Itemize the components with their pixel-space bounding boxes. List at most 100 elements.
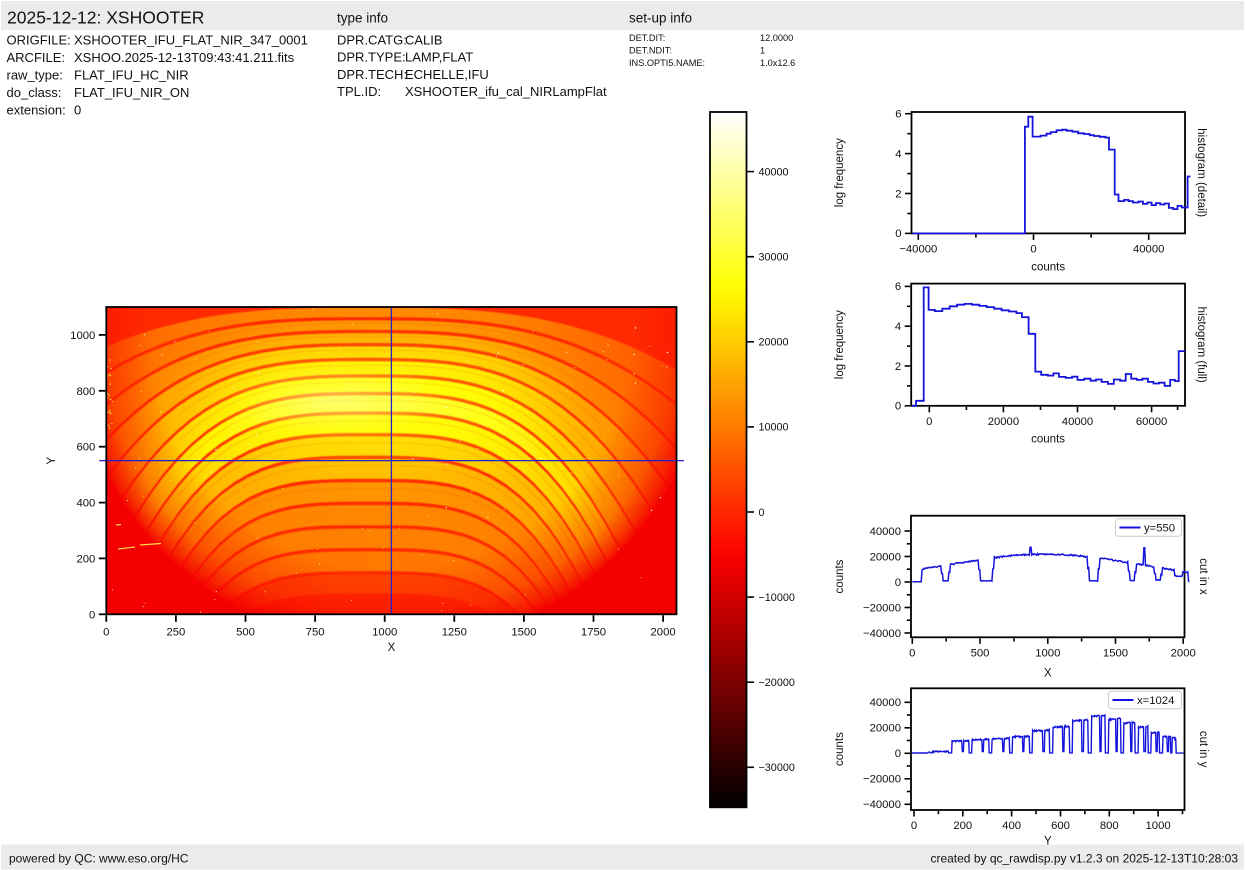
svg-text:400: 400: [1002, 820, 1021, 832]
svg-text:40000: 40000: [870, 526, 901, 538]
svg-text:20000: 20000: [988, 416, 1019, 428]
svg-text:cut in x: cut in x: [1197, 558, 1209, 595]
svg-text:2000: 2000: [1171, 647, 1196, 659]
svg-text:X: X: [1044, 668, 1052, 680]
svg-text:counts: counts: [1031, 262, 1065, 274]
svg-text:y=550: y=550: [1144, 523, 1175, 535]
svg-text:6: 6: [895, 281, 901, 293]
svg-text:1: 1: [760, 45, 765, 55]
svg-text:counts: counts: [834, 732, 846, 766]
svg-text:0: 0: [926, 416, 932, 428]
svg-text:40000: 40000: [759, 166, 789, 178]
svg-text:DET.NDIT:: DET.NDIT:: [629, 45, 672, 55]
svg-text:0: 0: [759, 507, 765, 519]
svg-text:500: 500: [971, 647, 990, 659]
svg-text:−10000: −10000: [759, 592, 795, 604]
svg-text:500: 500: [236, 626, 255, 638]
svg-text:0: 0: [103, 626, 109, 638]
svg-text:INS.OPTI5.NAME:: INS.OPTI5.NAME:: [629, 58, 705, 68]
svg-text:ECHELLE,IFU: ECHELLE,IFU: [405, 67, 489, 82]
svg-text:Y: Y: [46, 456, 58, 464]
svg-text:DPR.TECH:: DPR.TECH:: [337, 67, 407, 82]
svg-text:1250: 1250: [442, 626, 467, 638]
svg-text:histogram (detail): histogram (detail): [1195, 128, 1207, 217]
svg-text:0: 0: [895, 228, 901, 240]
svg-text:0: 0: [74, 103, 81, 118]
svg-text:40000: 40000: [870, 697, 901, 709]
svg-text:200: 200: [76, 553, 95, 565]
svg-text:0: 0: [895, 577, 901, 589]
svg-text:0: 0: [909, 647, 915, 659]
svg-text:x=1024: x=1024: [1137, 695, 1174, 707]
svg-text:1000: 1000: [1035, 647, 1060, 659]
svg-text:1500: 1500: [511, 626, 536, 638]
svg-text:LAMP,FLAT: LAMP,FLAT: [405, 50, 473, 65]
svg-text:counts: counts: [834, 559, 846, 593]
svg-text:ARCFILE:: ARCFILE:: [7, 50, 66, 65]
svg-text:0: 0: [89, 609, 95, 621]
svg-text:200: 200: [953, 820, 972, 832]
svg-text:−40000: −40000: [863, 628, 901, 640]
svg-text:60000: 60000: [1136, 416, 1167, 428]
svg-text:DPR.CATG:: DPR.CATG:: [337, 33, 407, 48]
svg-text:set-up info: set-up info: [629, 11, 692, 26]
svg-text:800: 800: [1100, 820, 1119, 832]
svg-text:1000: 1000: [1146, 820, 1171, 832]
svg-text:type info: type info: [337, 11, 388, 26]
svg-text:30000: 30000: [759, 252, 789, 264]
svg-text:600: 600: [1051, 820, 1070, 832]
svg-text:4: 4: [895, 321, 901, 333]
svg-text:12.0000: 12.0000: [760, 33, 793, 43]
svg-text:TPL.ID:: TPL.ID:: [337, 84, 381, 99]
svg-text:raw_type:: raw_type:: [7, 68, 63, 83]
svg-text:750: 750: [306, 626, 325, 638]
svg-text:Y: Y: [1044, 836, 1052, 848]
svg-text:FLAT_IFU_HC_NIR: FLAT_IFU_HC_NIR: [74, 68, 189, 83]
svg-text:40000: 40000: [1133, 243, 1164, 255]
svg-text:CALIB: CALIB: [405, 33, 443, 48]
svg-text:−20000: −20000: [759, 677, 795, 689]
svg-text:400: 400: [76, 498, 95, 510]
svg-text:10000: 10000: [759, 422, 789, 434]
svg-text:−30000: −30000: [759, 762, 795, 774]
svg-text:1000: 1000: [372, 626, 397, 638]
svg-text:created by qc_rawdisp.py v1.2.: created by qc_rawdisp.py v1.2.3 on 2025-…: [930, 852, 1238, 866]
svg-text:−20000: −20000: [863, 602, 901, 614]
svg-text:XSHOOTER_ifu_cal_NIRLampFlat: XSHOOTER_ifu_cal_NIRLampFlat: [405, 84, 607, 99]
svg-text:800: 800: [76, 386, 95, 398]
svg-text:6: 6: [895, 109, 901, 121]
svg-text:20000: 20000: [759, 337, 789, 349]
svg-text:1.0x12.6: 1.0x12.6: [760, 58, 795, 68]
svg-text:ORIGFILE:: ORIGFILE:: [7, 33, 71, 48]
svg-text:0: 0: [895, 748, 901, 760]
svg-text:2000: 2000: [651, 626, 676, 638]
svg-text:FLAT_IFU_NIR_ON: FLAT_IFU_NIR_ON: [74, 85, 189, 100]
svg-text:histogram (full): histogram (full): [1195, 307, 1207, 383]
svg-text:X: X: [388, 642, 396, 654]
svg-text:20000: 20000: [870, 551, 901, 563]
svg-text:40000: 40000: [1062, 416, 1093, 428]
svg-text:4: 4: [895, 148, 901, 160]
svg-text:2: 2: [895, 188, 901, 200]
svg-text:2025-12-12: XSHOOTER: 2025-12-12: XSHOOTER: [7, 8, 204, 28]
svg-text:do_class:: do_class:: [7, 85, 62, 100]
svg-text:1000: 1000: [70, 330, 95, 342]
svg-text:1750: 1750: [581, 626, 606, 638]
svg-text:extension:: extension:: [7, 103, 66, 118]
svg-text:0: 0: [1030, 243, 1036, 255]
svg-text:20000: 20000: [870, 723, 901, 735]
svg-text:2: 2: [895, 361, 901, 373]
svg-text:0: 0: [911, 820, 917, 832]
svg-text:log frequency: log frequency: [834, 138, 846, 207]
svg-text:DET.DIT:: DET.DIT:: [629, 33, 665, 43]
svg-text:1500: 1500: [1103, 647, 1128, 659]
svg-text:counts: counts: [1031, 434, 1065, 446]
svg-text:powered by QC: www.eso.org/HC: powered by QC: www.eso.org/HC: [9, 852, 189, 866]
svg-text:−40000: −40000: [863, 799, 901, 811]
svg-text:600: 600: [76, 442, 95, 454]
svg-text:cut in y: cut in y: [1197, 731, 1209, 768]
svg-text:−40000: −40000: [899, 243, 937, 255]
svg-text:250: 250: [166, 626, 185, 638]
svg-text:−20000: −20000: [863, 774, 901, 786]
svg-text:log frequency: log frequency: [834, 310, 846, 379]
